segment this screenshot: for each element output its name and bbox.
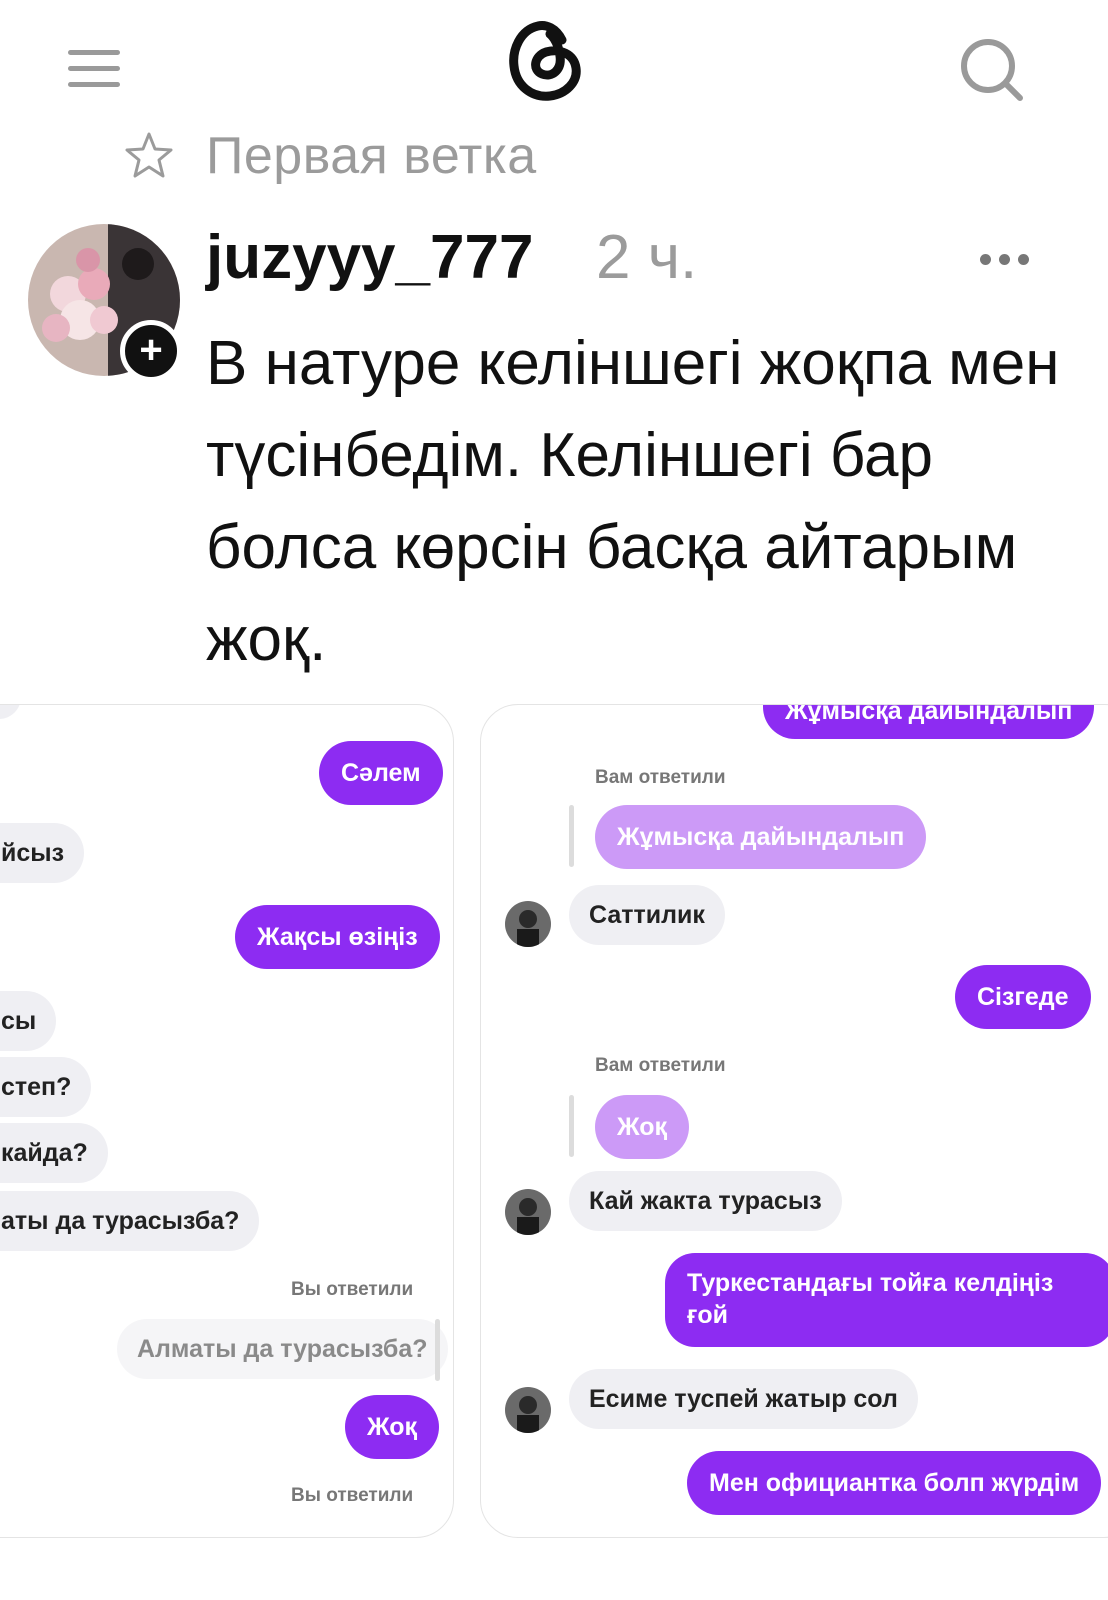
message-outgoing: Жоқ [345, 1395, 440, 1459]
star-outline-icon[interactable] [122, 129, 176, 183]
reply-label: Вы ответили [291, 1485, 414, 1506]
message-outgoing: Мен официантка болп жүрдім [687, 1451, 1102, 1515]
message-outgoing: Туркестандағы тойға келдіңіз ғой [665, 1253, 1108, 1347]
chat-screenshot-left: Сәлем йсыз Жақсы өзіңіз сы степ? кайда? … [0, 704, 454, 1538]
quote-bar [569, 805, 574, 867]
message-incoming: йсыз [0, 823, 85, 883]
threads-logo-icon[interactable] [500, 10, 590, 106]
message-incoming: сы [0, 991, 57, 1051]
quote-bar [435, 1319, 440, 1381]
more-options-icon[interactable] [980, 254, 1030, 268]
message-outgoing: Жұмысқа дайындалып [763, 705, 1095, 739]
message-incoming: кайда? [0, 1123, 108, 1183]
post-username[interactable]: juzyyy_777 [206, 222, 533, 293]
contact-avatar [505, 1189, 551, 1235]
reply-label: Вы ответили [291, 1279, 414, 1300]
message-incoming: Кай жакта турасыз [569, 1171, 842, 1231]
post-timestamp: 2 ч. [596, 223, 698, 292]
message-incoming: Есиме туспей жатыр сол [569, 1369, 918, 1429]
contact-avatar [505, 901, 551, 947]
message-incoming: аты да турасызба? [0, 1191, 260, 1251]
message-outgoing: Жақсы өзіңіз [235, 905, 440, 969]
message-outgoing: Сәлем [319, 741, 443, 805]
message-incoming: Саттилик [569, 885, 725, 945]
reply-label: Вам ответили [595, 767, 726, 788]
reply-label: Вам ответили [595, 1055, 726, 1076]
cut-bubble [0, 705, 21, 719]
post-text: В натуре келіншегі жоқпа мен түсінбедім.… [206, 329, 1060, 674]
quoted-message: Жоқ [595, 1095, 690, 1159]
quote-bar [569, 1095, 574, 1157]
contact-avatar [505, 1387, 551, 1433]
thread-title: Первая ветка [206, 127, 537, 185]
quoted-message: Алматы да турасызба? [117, 1319, 448, 1379]
quoted-message: Жұмысқа дайындалып [595, 805, 927, 869]
hamburger-menu-icon[interactable] [68, 50, 120, 88]
chat-screenshot-right: Жұмысқа дайындалып Вам ответили Жұмысқа … [480, 704, 1108, 1538]
message-incoming: степ? [0, 1057, 92, 1117]
thread-title-row[interactable]: Первая ветка [122, 127, 537, 185]
follow-button[interactable]: + [120, 320, 182, 382]
message-outgoing: Сізгеде [955, 965, 1091, 1029]
search-icon[interactable] [958, 34, 1028, 104]
